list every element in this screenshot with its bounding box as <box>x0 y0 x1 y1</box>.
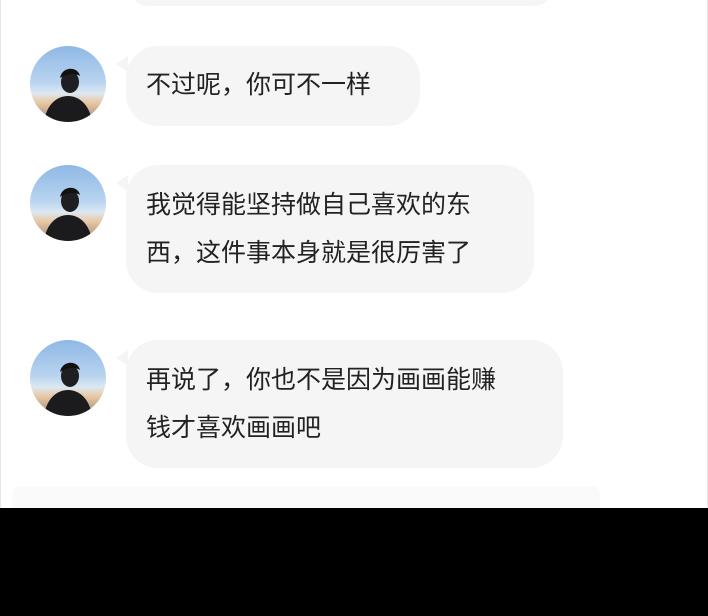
message-bubble: 再说了，你也不是因为画画能赚 钱才喜欢画画吧 <box>116 340 563 468</box>
avatar[interactable] <box>30 165 106 241</box>
person-avatar-image <box>44 68 92 122</box>
avatar[interactable] <box>30 340 106 416</box>
person-avatar-image <box>44 187 92 241</box>
next-message-bubble <box>12 486 600 508</box>
avatar[interactable] <box>30 46 106 122</box>
chat-left-edge <box>0 0 1 508</box>
bottom-black-band <box>0 508 708 616</box>
message-text-line: 不过呢，你可不一样 <box>146 70 372 99</box>
person-avatar-image <box>44 362 92 416</box>
chat-area: 不过呢，你可不一样 我觉得能坚持做自己喜欢的东 西，这件事本身就是很厉害了 再说… <box>0 0 708 508</box>
message-text-line: 西，这件事本身就是很厉害了 <box>146 238 472 267</box>
message-text-line: 我觉得能坚持做自己喜欢的东 <box>146 190 472 219</box>
message-bubble: 我觉得能坚持做自己喜欢的东 西，这件事本身就是很厉害了 <box>116 165 534 293</box>
message-text-line: 钱才喜欢画画吧 <box>146 413 322 442</box>
message-text-line: 再说了，你也不是因为画画能赚 <box>146 365 497 394</box>
message-bubble: 不过呢，你可不一样 <box>116 46 420 126</box>
previous-message-bubble <box>130 0 552 6</box>
